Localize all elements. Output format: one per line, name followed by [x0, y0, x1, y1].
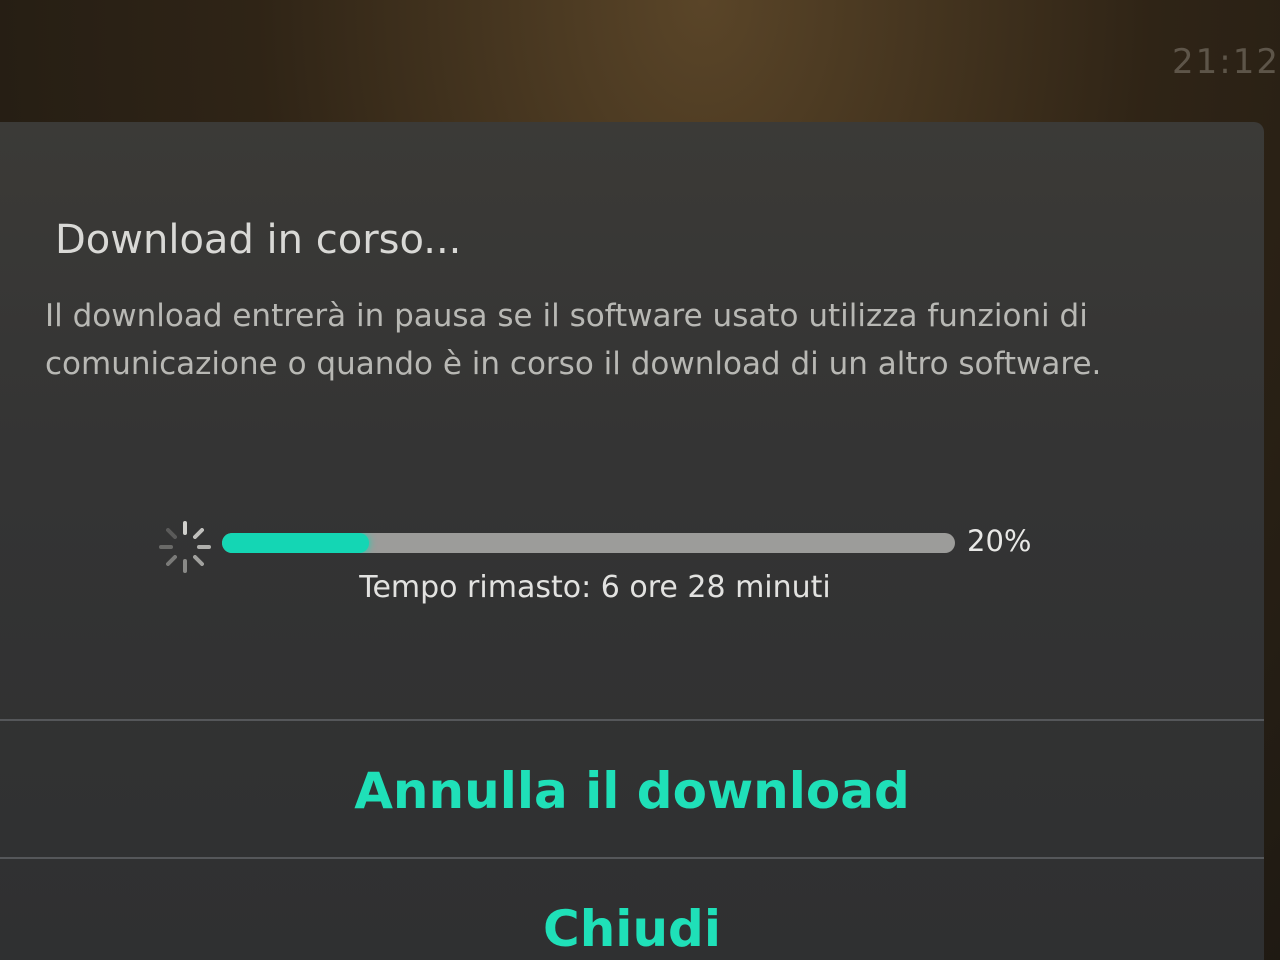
download-progress: 20%: [155, 517, 1055, 577]
progress-bar-fill: [222, 533, 369, 553]
close-button[interactable]: Chiudi: [0, 900, 1264, 958]
progress-bar-track: [222, 533, 955, 553]
download-dialog: Download in corso... Il download entrerà…: [0, 122, 1264, 960]
loading-spinner-icon: [159, 521, 211, 573]
dialog-title: Download in corso...: [55, 217, 462, 263]
status-clock: 21:12: [1172, 42, 1280, 82]
progress-percent: 20%: [967, 524, 1032, 558]
time-remaining: Tempo rimasto: 6 ore 28 minuti: [359, 570, 831, 605]
dialog-description: Il download entrerà in pausa se il softw…: [45, 298, 1102, 382]
divider: [0, 857, 1264, 859]
divider: [0, 719, 1264, 721]
cancel-download-button[interactable]: Annulla il download: [0, 762, 1264, 820]
